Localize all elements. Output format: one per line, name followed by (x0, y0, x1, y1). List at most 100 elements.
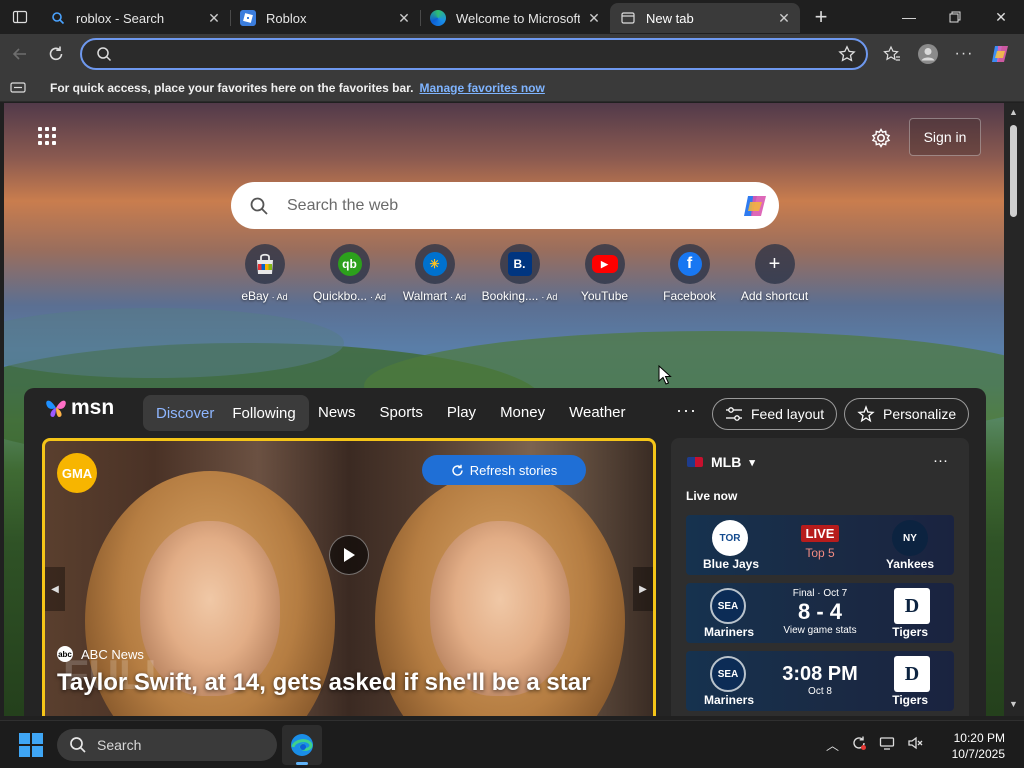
nav-news[interactable]: News (318, 404, 356, 421)
hero-story-card[interactable]: FULL GMA Refresh stories ◀ ▶ abc ABC New… (42, 438, 656, 716)
back-button[interactable] (2, 38, 38, 70)
sync-icon[interactable] (851, 735, 867, 754)
edge-taskbar-button[interactable] (282, 725, 322, 765)
story-headline[interactable]: Taylor Swift, at 14, gets asked if she'l… (57, 669, 590, 697)
tigers-logo-icon: D (894, 588, 930, 624)
tab-roblox[interactable]: Roblox ✕ (230, 3, 420, 33)
mlb-dropdown[interactable]: MLB ▾ (687, 454, 755, 470)
system-tray: ︿ (826, 735, 935, 754)
volume-muted-icon[interactable] (907, 735, 923, 754)
personalize-button[interactable]: Personalize (844, 398, 970, 430)
mariners-logo-icon: SEA (710, 656, 746, 692)
favorite-star-icon (838, 45, 856, 62)
more-icon: ··· (954, 45, 974, 62)
close-icon[interactable]: ✕ (586, 10, 602, 26)
abc-news-icon: abc (57, 646, 73, 662)
chevron-down-icon: ▾ (749, 456, 755, 469)
shortcut-label: Walmart · Ad (402, 289, 467, 303)
manage-favorites-link[interactable]: Manage favorites now (419, 81, 544, 95)
game-date: Oct 8 (808, 686, 832, 697)
shortcut-label: Facebook (663, 289, 716, 303)
gma-logo: GMA (57, 453, 97, 493)
feed-layout-button[interactable]: Feed layout (712, 398, 838, 430)
scroll-down-icon[interactable]: ▼ (1009, 699, 1018, 709)
shortcut-ebay[interactable]: eBay · Ad (222, 244, 307, 303)
facebook-icon: f (669, 244, 710, 284)
shortcut-walmart[interactable]: ✳ Walmart · Ad (392, 244, 477, 303)
clock[interactable]: 10:20 PM 10/7/2025 (945, 730, 1005, 762)
away-team: Mariners (704, 625, 755, 639)
game-row[interactable]: TOR Blue Jays LIVE Top 5 NY Yankees (686, 515, 954, 575)
search-placeholder[interactable]: Search the web (287, 197, 731, 215)
search-icon (50, 10, 66, 26)
restore-icon (949, 11, 961, 23)
close-window-button[interactable]: ✕ (978, 0, 1024, 34)
tab-title: Welcome to Microsoft E (456, 10, 580, 26)
refresh-stories-button[interactable]: Refresh stories (422, 455, 586, 485)
chevron-up-icon[interactable]: ︿ (826, 735, 839, 754)
tab-welcome-edge[interactable]: Welcome to Microsoft E ✕ (420, 3, 610, 33)
close-icon[interactable]: ✕ (396, 10, 412, 26)
msn-nav: News Sports Play Money Weather (318, 404, 650, 421)
story-source: abc ABC News (57, 646, 144, 662)
tab-discover[interactable]: Discover (147, 399, 223, 428)
game-time: 3:08 PM (782, 663, 858, 685)
tab-title: roblox - Search (76, 10, 165, 26)
profile-button[interactable] (910, 38, 946, 70)
msn-feed: FULL GMA Refresh stories ◀ ▶ abc ABC New… (24, 436, 986, 716)
play-video-button[interactable] (329, 535, 369, 575)
web-search-box[interactable]: Search the web (231, 182, 779, 229)
tab-actions-button[interactable] (0, 0, 40, 34)
live-now-label: Live now (686, 489, 738, 503)
settings-more-button[interactable]: ··· (946, 38, 982, 70)
favorites-icon (883, 45, 900, 61)
nav-weather[interactable]: Weather (569, 404, 625, 421)
nav-money[interactable]: Money (500, 404, 545, 421)
add-shortcut-button[interactable]: + Add shortcut (732, 244, 817, 303)
scrollbar-thumb[interactable] (1010, 125, 1017, 217)
nav-play[interactable]: Play (447, 404, 476, 421)
view-game-stats-link[interactable]: View game stats (766, 625, 874, 636)
start-button[interactable] (19, 733, 43, 757)
new-tab-button[interactable]: + (804, 2, 838, 32)
home-team: Tigers (892, 693, 928, 707)
nav-sports[interactable]: Sports (380, 404, 423, 421)
msn-more-button[interactable]: ··· (676, 400, 697, 421)
minimize-button[interactable]: — (886, 0, 932, 34)
tab-roblox-search[interactable]: roblox - Search ✕ (40, 3, 230, 33)
tab-new-tab[interactable]: New tab ✕ (610, 3, 800, 33)
booking-icon: B. (499, 244, 540, 284)
previous-story-button[interactable]: ◀ (45, 567, 65, 611)
mlb-more-button[interactable]: ··· (933, 452, 948, 469)
scroll-up-icon[interactable]: ▲ (1009, 107, 1018, 117)
browser-toolbar: ··· (0, 34, 1024, 74)
close-icon[interactable]: ✕ (776, 10, 792, 26)
roblox-icon (240, 10, 256, 26)
apps-launcher-button[interactable] (38, 127, 56, 145)
network-icon[interactable] (879, 735, 895, 754)
shortcut-youtube[interactable]: ▶ YouTube (562, 244, 647, 303)
game-row[interactable]: SEA Mariners 3:08 PM Oct 8 D Tigers (686, 651, 954, 711)
shortcut-facebook[interactable]: f Facebook (647, 244, 732, 303)
page-settings-button[interactable] (868, 125, 894, 151)
sign-in-button[interactable]: Sign in (909, 118, 981, 156)
address-input[interactable] (112, 46, 838, 62)
address-bar[interactable] (80, 38, 868, 70)
close-icon[interactable]: ✕ (206, 10, 222, 26)
shortcut-booking[interactable]: B. Booking.... · Ad (477, 244, 562, 303)
maximize-button[interactable] (932, 0, 978, 34)
next-story-button[interactable]: ▶ (633, 567, 653, 611)
taskbar-search[interactable]: Search (57, 729, 277, 761)
favorites-button[interactable] (874, 38, 910, 70)
tab-following[interactable]: Following (223, 399, 304, 428)
msn-logo[interactable]: msn (44, 396, 114, 420)
taskbar: Search ︿ 10:20 PM 10/7/2025 (0, 720, 1024, 768)
play-icon (344, 548, 355, 562)
copilot-icon[interactable] (731, 191, 779, 221)
page-scrollbar[interactable]: ▲ ▼ (1004, 103, 1024, 716)
gear-icon (871, 128, 891, 148)
copilot-button[interactable] (982, 38, 1018, 70)
refresh-button[interactable] (38, 38, 74, 70)
game-row[interactable]: SEA Mariners Final · Oct 7 8 - 4 View ga… (686, 583, 954, 643)
shortcut-quickbooks[interactable]: qb Quickbo... · Ad (307, 244, 392, 303)
